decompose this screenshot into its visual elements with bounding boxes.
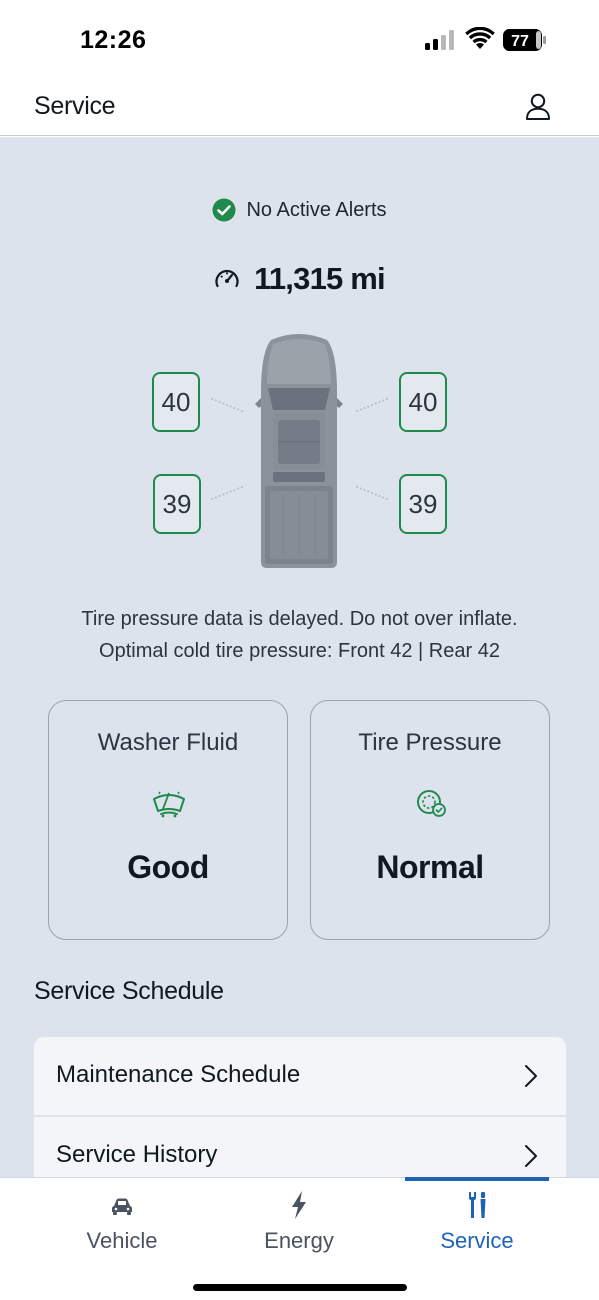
card-value: Good (127, 849, 209, 885)
tab-vehicle[interactable]: Vehicle (37, 1178, 207, 1268)
tab-service[interactable]: Service (392, 1178, 562, 1268)
car-icon (112, 1198, 132, 1215)
battery-icon: 77 (503, 29, 546, 51)
wifi-icon (465, 27, 495, 49)
tire-rear-right: 39 (399, 474, 447, 534)
chevron-right-icon (525, 1145, 537, 1167)
truck-top-view-icon (255, 334, 343, 568)
card-value: Normal (376, 849, 484, 885)
status-time: 12:26 (80, 26, 147, 54)
bottom-nav: Vehicle Energy Service (0, 1177, 599, 1300)
lightning-bolt-icon (292, 1191, 306, 1219)
alert-status: No Active Alerts (0, 195, 599, 225)
tire-pressure-note-line2: Optimal cold tire pressure: Front 42 | R… (99, 640, 500, 662)
tire-pressure-note-line1: Tire pressure data is delayed. Do not ov… (81, 608, 518, 630)
list-item-label: Maintenance Schedule (56, 1061, 301, 1088)
check-circle-icon (212, 198, 236, 222)
tire-front-left: 40 (152, 372, 200, 432)
tire-front-right: 40 (399, 372, 447, 432)
list-item-maintenance-schedule[interactable]: Maintenance Schedule (34, 1037, 566, 1117)
tire-rear-left: 39 (153, 474, 201, 534)
tab-label: Energy (264, 1228, 334, 1253)
tire-pressure-icon (417, 790, 446, 817)
person-icon[interactable] (523, 92, 553, 122)
windshield-washer-icon (153, 791, 185, 818)
tab-label: Service (440, 1228, 514, 1253)
list-item-label: Service History (56, 1141, 218, 1168)
section-title: Service Schedule (34, 977, 224, 1005)
service-content: No Active Alerts 11,315 mi 40 40 39 39 T… (0, 137, 599, 1177)
app-header: Service (0, 80, 599, 136)
leader-line (210, 397, 244, 413)
status-bar: 12:26 77 (0, 0, 599, 80)
tire-pressure-note: Tire pressure data is delayed. Do not ov… (0, 603, 599, 667)
tire-pressure-card[interactable]: Tire Pressure Normal (310, 700, 550, 940)
odometer-value: 11,315 mi (254, 261, 386, 296)
odometer: 11,315 mi (0, 259, 599, 299)
speedometer-icon (215, 269, 239, 288)
card-title: Tire Pressure (358, 729, 502, 756)
leader-line (210, 485, 244, 501)
tools-icon (469, 1192, 486, 1218)
cellular-signal-icon (425, 30, 454, 50)
leader-line (355, 397, 389, 413)
card-title: Washer Fluid (97, 729, 239, 756)
washer-fluid-card[interactable]: Washer Fluid Good (48, 700, 288, 940)
battery-level: 77 (511, 33, 529, 50)
vehicle-diagram: 40 40 39 39 (140, 332, 460, 572)
leader-line (355, 485, 389, 501)
list-item-service-history[interactable]: Service History (34, 1117, 566, 1177)
service-schedule-list: Maintenance Schedule Service History (34, 1037, 566, 1177)
tab-label: Vehicle (86, 1228, 158, 1253)
chevron-right-icon (525, 1065, 537, 1087)
home-indicator[interactable] (193, 1284, 407, 1291)
tab-energy[interactable]: Energy (214, 1178, 384, 1268)
alert-text: No Active Alerts (246, 198, 387, 221)
page-title: Service (34, 92, 116, 120)
